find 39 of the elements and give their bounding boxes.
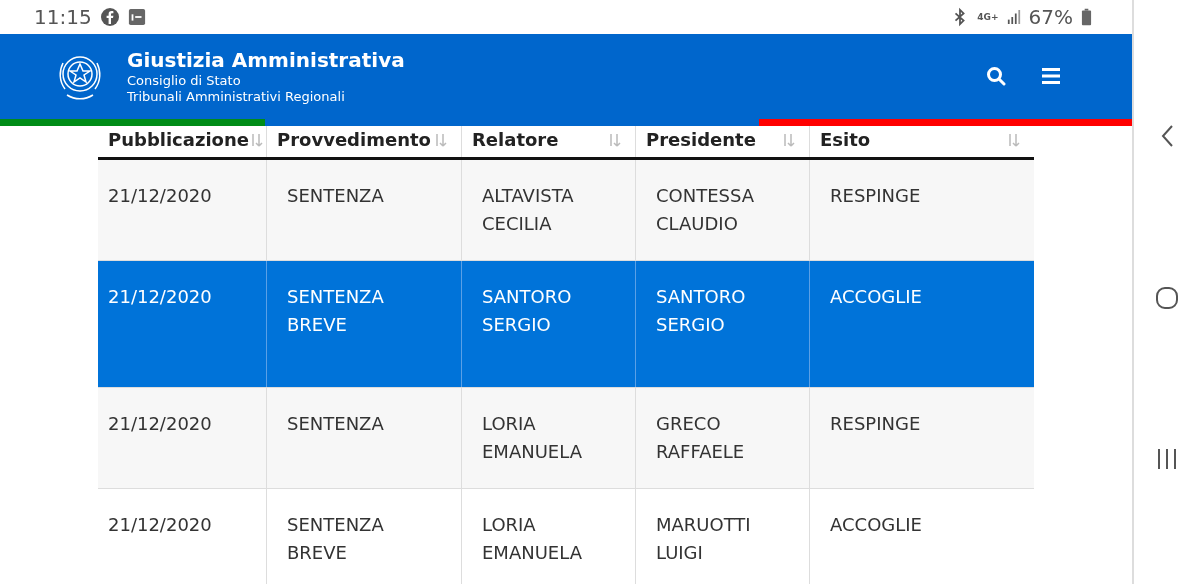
table-cell-text: SENTENZA BREVE <box>287 285 385 337</box>
table-cell-text: ACCOGLIE <box>830 513 923 537</box>
column-header[interactable]: Esito <box>810 126 1034 157</box>
facebook-icon <box>99 7 120 27</box>
clock-time: 11:15 <box>34 5 92 29</box>
table-cell-text: RESPINGE <box>830 412 922 436</box>
site-title[interactable]: Giustizia Amministrativa <box>127 47 405 73</box>
menu-icon[interactable] <box>1042 68 1060 84</box>
back-chevron-icon[interactable] <box>1160 124 1174 148</box>
table-row[interactable]: 21/12/2020 SENTENZA ALTAVISTA CECILIA CONTESSA CLAUDIO RESPINGE <box>98 160 1034 261</box>
table-cell-text: SANTORO SERGIO <box>656 285 747 337</box>
site-subtitle: Tribunali Amministrativi Regionali <box>127 89 346 105</box>
table-cell-text: ALTAVISTA CECILIA <box>482 184 575 236</box>
app-icon <box>127 8 146 26</box>
table-cell-text: LORIA EMANUELA <box>482 513 583 565</box>
search-icon[interactable] <box>986 66 1006 86</box>
table-cell-text: SENTENZA <box>287 184 385 208</box>
table-cell-text: 21/12/2020 <box>108 412 213 436</box>
site-subtitle: Consiglio di Stato <box>127 73 242 89</box>
home-icon[interactable] <box>1155 286 1179 310</box>
battery-percentage: 67% <box>1028 5 1073 29</box>
table-cell-text: MARUOTTI LUIGI <box>656 513 752 565</box>
table-cell-text: SENTENZA BREVE <box>287 513 385 565</box>
table-cell-text: SENTENZA <box>287 412 385 436</box>
table-cell-text: 21/12/2020 <box>108 285 213 309</box>
table-row[interactable]: 21/12/2020 SENTENZA BREVE SANTORO SERGIO SANTORO SERGIO ACCOGLIE <box>98 261 1034 388</box>
table-cell-text: LORIA EMANUELA <box>482 412 583 464</box>
signal-icon <box>1006 8 1021 26</box>
table-row[interactable]: 21/12/2020 SENTENZA LORIA EMANUELA GRECO RAFFAELE RESPINGE <box>98 388 1034 489</box>
battery-icon <box>1081 7 1092 27</box>
table-cell-text: SANTORO SERGIO <box>482 285 573 337</box>
table-cell-text: RESPINGE <box>830 184 922 208</box>
table-cell-text: ACCOGLIE <box>830 285 923 309</box>
network-label: 4G+ <box>977 12 999 22</box>
recent-apps-icon[interactable] <box>1156 448 1178 470</box>
table-cell-text: CONTESSA CLAUDIO <box>656 184 756 236</box>
table-cell-text: 21/12/2020 <box>108 513 213 537</box>
table-cell-text: GRECO RAFFAELE <box>656 412 746 464</box>
table-cell-text: 21/12/2020 <box>108 184 213 208</box>
